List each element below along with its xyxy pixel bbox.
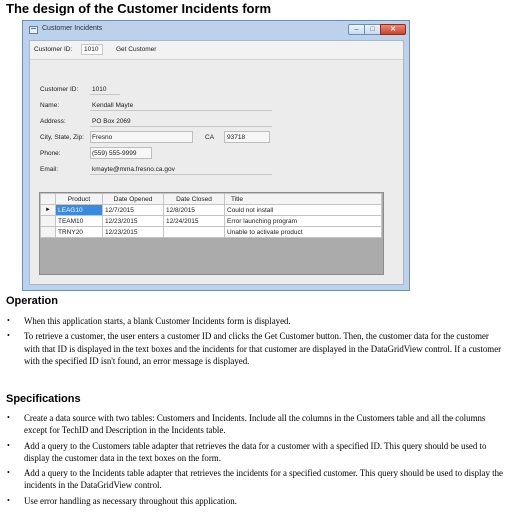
column-header-date-closed[interactable]: Date Closed	[163, 193, 225, 205]
toolstrip-customer-id-label: Customer ID:	[34, 46, 73, 53]
close-button[interactable]: ✕	[380, 24, 406, 35]
state-field[interactable]: CA	[205, 134, 214, 141]
city-state-zip-label: City, State, Zip:	[40, 134, 84, 141]
bullet-icon: •	[7, 468, 10, 478]
operation-list: • When this application starts, a blank …	[7, 315, 505, 370]
app-icon	[29, 26, 38, 34]
bullet-icon: •	[7, 413, 10, 422]
customer-id-underline	[90, 94, 120, 95]
maximize-button[interactable]: □	[364, 24, 381, 35]
toolstrip-customer-id-input[interactable]: 1010	[81, 44, 103, 55]
row-header	[40, 215, 56, 227]
grid-header-row: Product Date Opened Date Closed Title	[40, 193, 382, 205]
specification-bullet-text: Add a query to the Incidents table adapt…	[24, 468, 503, 491]
grid-cell-product[interactable]: LEAG10	[55, 204, 103, 216]
current-row-indicator-icon: ►	[40, 204, 56, 216]
email-field[interactable]: kmayte@mma.fresno.ca.gov	[92, 166, 175, 173]
list-item: • To retrieve a customer, the user enter…	[7, 330, 505, 367]
grid-cell-title[interactable]: Could not install	[224, 204, 382, 216]
grid-cell-date-closed[interactable]: 12/24/2015	[163, 215, 225, 227]
phone-field[interactable]: (559) 555-9999	[92, 150, 136, 157]
incidents-datagridview[interactable]: Product Date Opened Date Closed Title ► …	[39, 192, 384, 275]
specification-bullet-text: Create a data source with two tables: Cu…	[24, 413, 486, 436]
name-underline	[90, 110, 272, 111]
grid-corner-header	[40, 193, 56, 205]
bullet-icon: •	[7, 495, 10, 505]
page-title: The design of the Customer Incidents for…	[6, 1, 272, 16]
toolstrip: Customer ID: 1010 Get Customer	[30, 41, 403, 60]
column-header-product[interactable]: Product	[55, 193, 103, 205]
list-item: • When this application starts, a blank …	[7, 315, 505, 327]
get-customer-button[interactable]: Get Customer	[114, 44, 168, 56]
grid-cell-date-opened[interactable]: 12/23/2015	[102, 226, 164, 238]
list-item: • Use error handling as necessary throug…	[7, 495, 505, 507]
bullet-icon: •	[7, 316, 10, 325]
column-header-title[interactable]: Title	[224, 193, 382, 205]
phone-label: Phone:	[40, 150, 61, 157]
grid-cell-date-closed[interactable]: 12/8/2015	[163, 204, 225, 216]
list-item: • Add a query to the Incidents table ada…	[7, 467, 505, 492]
email-label: Email:	[40, 166, 59, 173]
email-underline	[90, 174, 272, 175]
address-underline	[90, 126, 272, 127]
operation-bullet-text: When this application starts, a blank Cu…	[24, 316, 291, 326]
form-client-area: Customer ID: 1010 Get Customer Customer …	[29, 40, 404, 285]
grid-cell-product[interactable]: TEAM10	[55, 215, 103, 227]
table-row[interactable]: TEAM10 12/23/2015 12/24/2015 Error launc…	[40, 215, 382, 227]
grid-cell-product[interactable]: TRNY20	[55, 226, 103, 238]
name-field[interactable]: Kendall Mayte	[92, 102, 133, 109]
incidents-table: Product Date Opened Date Closed Title ► …	[40, 193, 382, 238]
minimize-button[interactable]: –	[348, 24, 365, 35]
list-item: • Create a data source with two tables: …	[7, 412, 505, 437]
window-title: Customer Incidents	[42, 25, 103, 32]
grid-cell-date-closed[interactable]	[163, 226, 225, 238]
name-label: Name:	[40, 102, 60, 109]
bullet-icon: •	[7, 331, 10, 341]
window-titlebar[interactable]: Customer Incidents – □ ✕	[23, 21, 409, 40]
operation-bullet-text: To retrieve a customer, the user enters …	[24, 331, 502, 366]
city-field[interactable]: Fresno	[92, 134, 112, 141]
address-field[interactable]: PO Box 2069	[92, 118, 131, 125]
grid-cell-title[interactable]: Error launching program	[224, 215, 382, 227]
grid-cell-title[interactable]: Unable to activate product	[224, 226, 382, 238]
operation-heading: Operation	[6, 295, 58, 307]
table-row[interactable]: ► LEAG10 12/7/2015 12/8/2015 Could not i…	[40, 204, 382, 216]
specifications-heading: Specifications	[6, 393, 81, 405]
grid-cell-date-opened[interactable]: 12/7/2015	[102, 204, 164, 216]
zip-field[interactable]: 93718	[227, 134, 245, 141]
specifications-list: • Create a data source with two tables: …	[7, 412, 505, 510]
customer-id-label: Customer ID:	[40, 86, 79, 93]
specification-bullet-text: Add a query to the Customers table adapt…	[24, 440, 487, 463]
column-header-date-opened[interactable]: Date Opened	[102, 193, 164, 205]
table-row[interactable]: TRNY20 12/23/2015 Unable to activate pro…	[40, 226, 382, 238]
bullet-icon: •	[7, 440, 10, 450]
address-label: Address:	[40, 118, 66, 125]
customer-incidents-window: Customer Incidents – □ ✕ Customer ID: 10…	[22, 20, 410, 291]
customer-id-field[interactable]: 1010	[92, 86, 106, 93]
list-item: • Add a query to the Customers table ada…	[7, 440, 505, 465]
specification-bullet-text: Use error handling as necessary througho…	[24, 495, 237, 506]
row-header	[40, 226, 56, 238]
grid-cell-date-opened[interactable]: 12/23/2015	[102, 215, 164, 227]
